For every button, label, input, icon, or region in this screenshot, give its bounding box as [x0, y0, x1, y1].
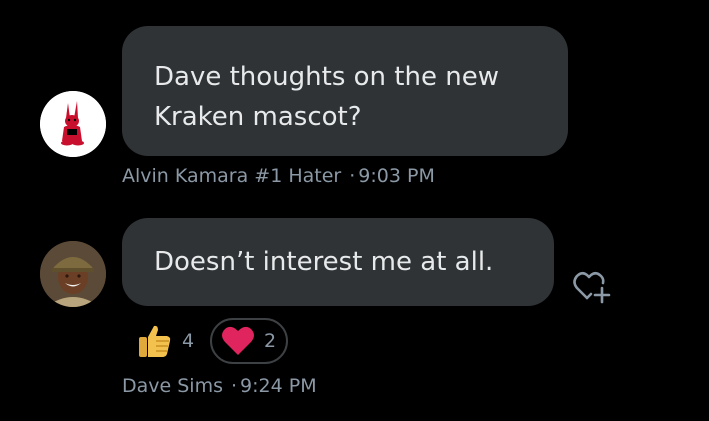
meta-separator: ·	[231, 375, 238, 397]
message-bubble[interactable]: Doesn’t interest me at all.	[122, 218, 554, 306]
reaction-count: 4	[182, 330, 195, 352]
reaction-count: 2	[264, 330, 277, 352]
avatar[interactable]	[40, 91, 106, 157]
message-text: Doesn’t interest me at all.	[154, 247, 494, 277]
thumbs-up-reaction[interactable]: 4	[134, 319, 194, 363]
message-bubble[interactable]: Dave thoughts on the new Kraken mascot?	[122, 26, 568, 156]
message-text-line: Kraken mascot?	[154, 102, 362, 132]
thumbs-up-icon	[139, 325, 171, 357]
red-mascot-avatar-icon	[40, 91, 106, 157]
message-time: 9:24 PM	[240, 375, 317, 397]
message-text-line: Dave thoughts on the new	[154, 62, 499, 92]
heart-icon	[222, 326, 254, 355]
message-meta: Dave Sims · 9:24 PM	[122, 375, 317, 397]
avatar[interactable]	[40, 241, 106, 307]
user-photo-avatar-icon	[40, 241, 106, 307]
heart-reaction[interactable]: 2	[210, 318, 289, 364]
sender-name: Alvin Kamara #1 Hater	[122, 165, 342, 187]
message-time: 9:03 PM	[358, 165, 435, 187]
meta-separator: ·	[349, 165, 356, 187]
message-meta: Alvin Kamara #1 Hater · 9:03 PM	[122, 165, 435, 187]
add-reaction-heart-icon[interactable]	[570, 261, 618, 309]
sender-name: Dave Sims	[122, 375, 223, 397]
